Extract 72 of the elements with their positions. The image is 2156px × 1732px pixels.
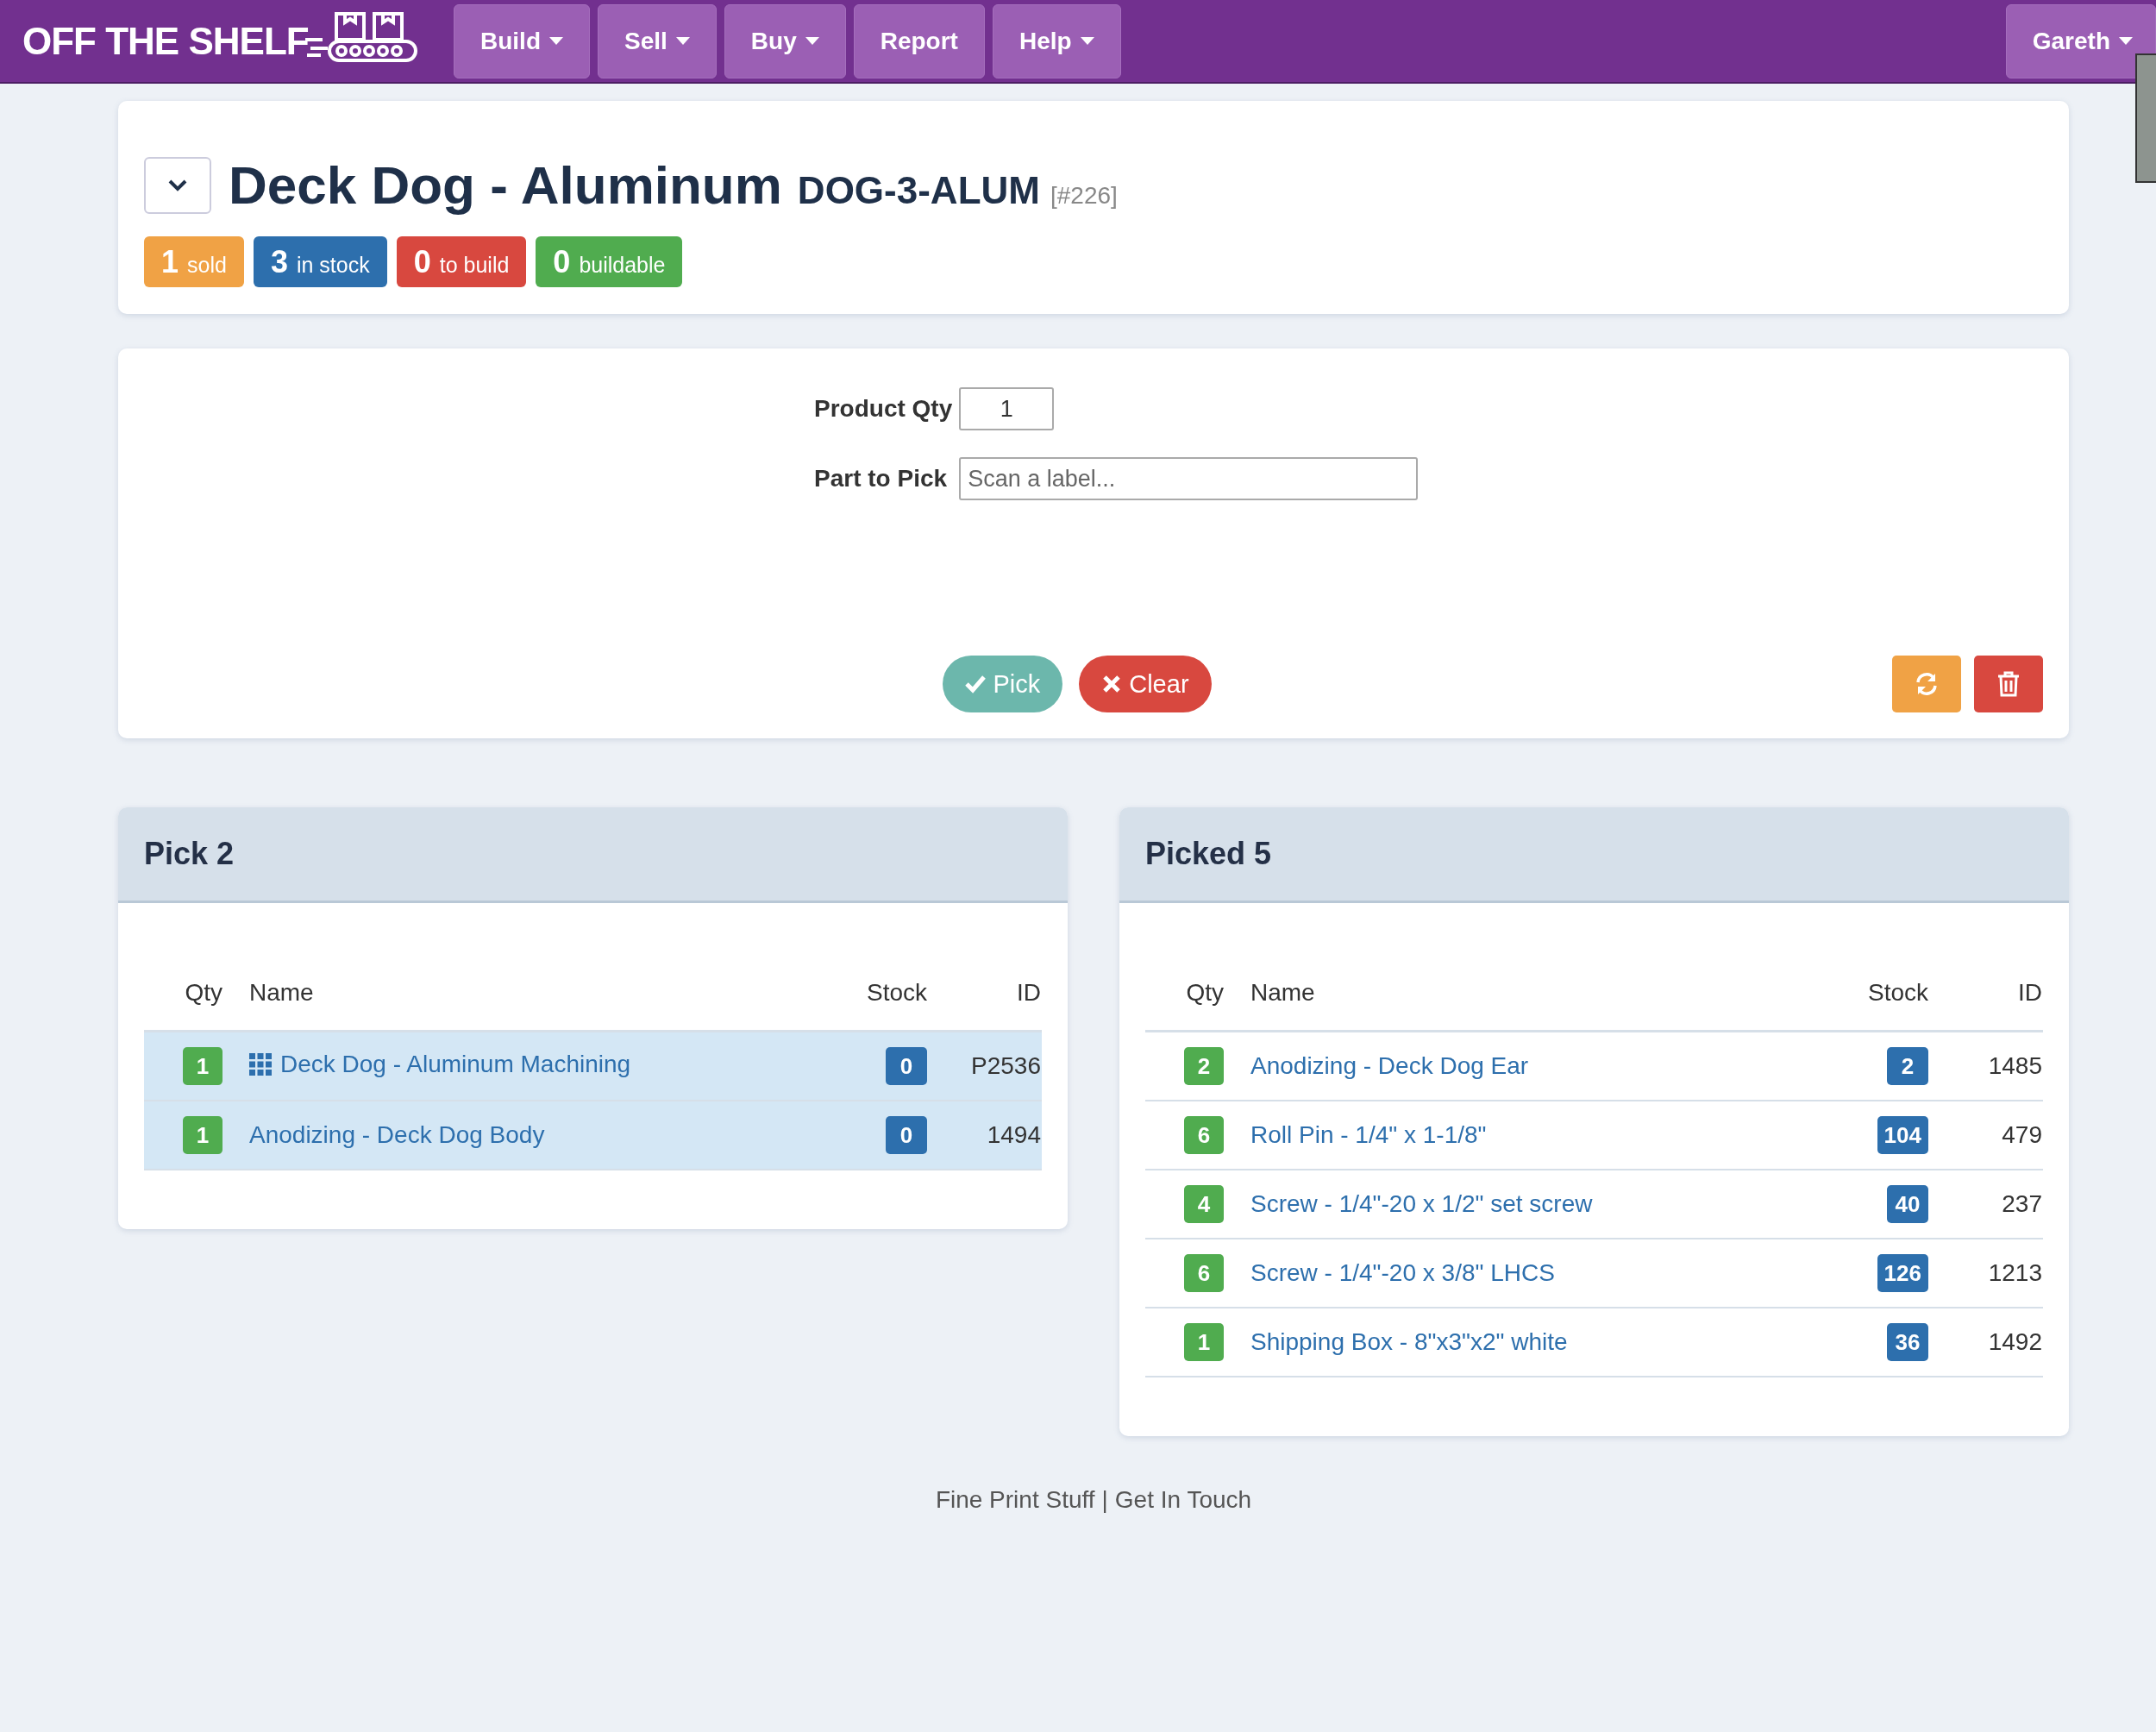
footer-link[interactable]: Fine Print Stuff: [935, 1486, 1095, 1514]
close-icon: [1101, 674, 1123, 694]
stat-label: sold: [187, 252, 227, 279]
trash-icon: [1997, 671, 2020, 697]
field-label: Product Qty: [814, 395, 953, 423]
part-id: 1494: [928, 1101, 1042, 1170]
stat-count: 0: [413, 243, 431, 281]
product-sku: DOG-3-ALUM: [797, 169, 1040, 212]
column-header: Name: [1250, 978, 1824, 1032]
footer-separator: |: [1101, 1486, 1108, 1514]
table-row[interactable]: 4 Screw - 1/4"-20 x 1/2" set screw 40 237: [1145, 1170, 2043, 1239]
collapse-toggle-button[interactable]: [144, 156, 211, 214]
part-id: P2536: [928, 1031, 1042, 1101]
quantity-badge: 4: [1184, 1185, 1224, 1223]
quantity-badge: 2: [1184, 1047, 1224, 1085]
stock-badge: 2: [1887, 1047, 1928, 1085]
stat-count: 0: [553, 243, 571, 281]
column-header: ID: [1929, 978, 2043, 1032]
stat-label: to build: [439, 252, 510, 279]
column-header: Qty: [1145, 978, 1250, 1032]
refresh-icon: [1914, 671, 1940, 697]
product-number: [#226]: [1050, 182, 1118, 210]
delete-button[interactable]: [1974, 656, 2043, 712]
quantity-badge: 1: [1184, 1323, 1224, 1361]
nav-menu-button[interactable]: Report: [853, 3, 985, 78]
clear-button[interactable]: Clear: [1079, 656, 1212, 712]
scan-input[interactable]: Scan a label...: [959, 457, 1419, 500]
footer-link[interactable]: Get In Touch: [1114, 1486, 1252, 1514]
part-link[interactable]: Roll Pin - 1/4" x 1-1/8": [1250, 1121, 1487, 1149]
stat-label: buildable: [579, 252, 666, 279]
stock-badge: 126: [1877, 1254, 1928, 1292]
quantity-badge: 6: [1184, 1116, 1224, 1154]
stock-badge: 40: [1887, 1185, 1928, 1223]
quantity-badge: 6: [1184, 1254, 1224, 1292]
quantity-badge: 1: [183, 1047, 222, 1085]
table-row[interactable]: 2 Anodizing - Deck Dog Ear 2 1485: [1145, 1031, 2043, 1101]
part-link[interactable]: Shipping Box - 8"x3"x2" white: [1250, 1328, 1568, 1356]
table-row[interactable]: 6 Roll Pin - 1/4" x 1-1/8" 104 479: [1145, 1101, 2043, 1170]
check-icon: [965, 674, 987, 694]
grid-icon: [249, 1053, 272, 1076]
part-link[interactable]: Screw - 1/4"-20 x 3/8" LHCS: [1250, 1259, 1555, 1287]
part-link[interactable]: Anodizing - Deck Dog Ear: [1250, 1052, 1529, 1080]
user-menu-button[interactable]: Gareth: [2005, 3, 2156, 78]
field-label: Part to Pick: [814, 465, 949, 493]
quantity-badge: 1: [183, 1116, 222, 1154]
panel-title: Picked 5: [1145, 836, 1272, 872]
stock-badge: 36: [1887, 1323, 1928, 1361]
stock-badge: 0: [886, 1047, 927, 1085]
nav-menu-button[interactable]: Build: [454, 3, 590, 78]
stat-count: 1: [161, 243, 179, 281]
part-link[interactable]: Screw - 1/4"-20 x 1/2" set screw: [1250, 1190, 1593, 1218]
table-row[interactable]: 1 Shipping Box - 8"x3"x2" white 36 1492: [1145, 1308, 2043, 1377]
part-id: 479: [1929, 1101, 2043, 1170]
product-title: Deck Dog - Aluminum: [229, 154, 782, 216]
nav-menu-button[interactable]: Buy: [724, 3, 846, 78]
stat-label: in stock: [296, 252, 370, 279]
nav-menu-button[interactable]: Sell: [598, 3, 717, 78]
stock-badge: 104: [1877, 1116, 1928, 1154]
table-row[interactable]: 6 Screw - 1/4"-20 x 3/8" LHCS 126 1213: [1145, 1239, 2043, 1308]
quantity-input[interactable]: 1: [959, 387, 1055, 430]
chevron-down-icon: [168, 179, 187, 191]
panel-title: Pick 2: [144, 836, 235, 872]
part-id: 1492: [1929, 1308, 2043, 1377]
side-panel-tab[interactable]: [2135, 53, 2156, 183]
brand-logo-text[interactable]: OFF THE SHELF: [22, 19, 309, 63]
column-header: Stock: [1824, 978, 1929, 1032]
part-id: 1213: [1929, 1239, 2043, 1308]
stock-badge: 0: [886, 1116, 927, 1154]
part-id: 237: [1929, 1170, 2043, 1239]
nav-menu-button[interactable]: Help: [992, 3, 1121, 78]
stat-count: 3: [270, 243, 288, 281]
part-id: 1485: [1929, 1031, 2043, 1101]
